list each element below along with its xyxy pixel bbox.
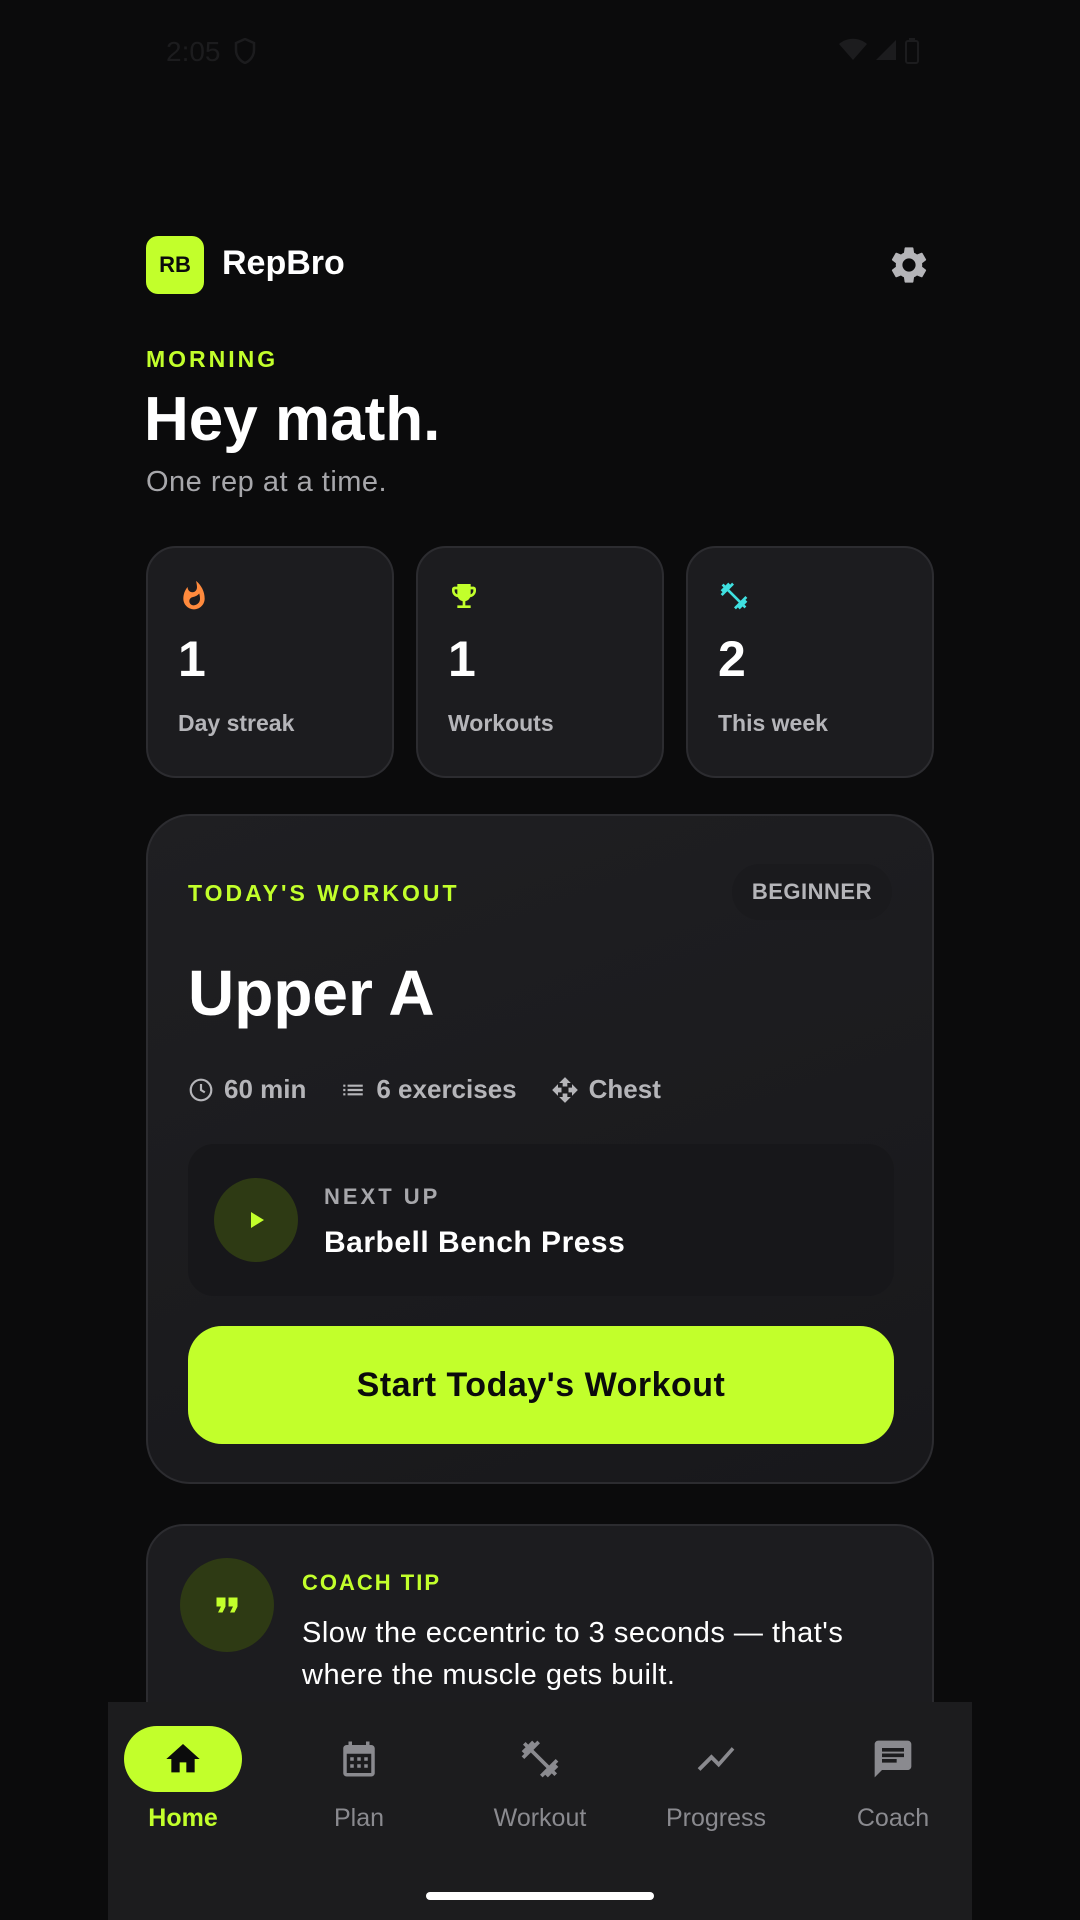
coach-tip-label: COACH TIP [302,1570,441,1595]
settings-button[interactable] [884,240,934,290]
next-exercise-name: Barbell Bench Press [324,1226,626,1259]
next-up-row[interactable]: NEXT UP Barbell Bench Press [188,1144,894,1296]
calendar-icon [300,1726,418,1792]
exercises-meta: 6 exercises [340,1074,517,1105]
next-up-label: NEXT UP [324,1184,441,1209]
greeting-label: MORNING [146,346,279,372]
nav-label: Coach [856,1804,930,1832]
nav-item-workout[interactable]: Workout [465,1726,615,1846]
level-badge: BEGINNER [731,864,892,920]
duration-text: 60 min [224,1074,307,1104]
wifi-icon [839,38,867,60]
signal-icon [876,40,896,60]
play-icon[interactable] [214,1178,298,1262]
coach-tip-text: Slow the eccentric to 3 seconds — that's… [302,1617,844,1691]
workout-meta: 60 min 6 exercises Chest [188,1074,661,1105]
stats-row: 1 Day streak 1 Workouts 2 This week [146,546,934,778]
shield-icon [234,37,256,69]
battery-icon [905,38,919,64]
nav-label: Home [148,1804,218,1832]
gear-icon [891,247,927,283]
nav-label: Plan [333,1804,385,1832]
app-logo: RB [146,236,204,294]
list-icon [343,1084,364,1095]
move-arrows-icon [551,1076,578,1103]
exercises-text: 6 exercises [376,1074,517,1104]
dumbbell-icon [718,580,750,612]
trophy-icon [448,580,480,612]
nav-item-progress[interactable]: Progress [641,1726,791,1846]
focus-meta: Chest [551,1074,661,1105]
stat-value: 2 [718,631,746,687]
status-icons [838,38,920,64]
stat-card-week[interactable]: 2 This week [686,546,934,778]
quote-icon [180,1558,274,1652]
nav-item-home[interactable]: Home [108,1726,258,1846]
stat-value: 1 [448,631,476,687]
app-header: RB RepBro [146,236,934,296]
stat-label: This week [718,710,828,736]
trend-icon [657,1726,775,1792]
stat-value: 1 [178,631,206,687]
chat-icon [834,1726,952,1792]
clock-icon [189,1078,213,1101]
workout-title: Upper A [188,957,435,1029]
bottom-nav: Home Plan Workout Progress Coach [108,1702,972,1920]
greeting-subtitle: One rep at a time. [146,466,388,498]
nav-label: Workout [493,1804,587,1832]
stat-label: Workouts [448,710,554,736]
status-time: 2:05 [166,36,221,67]
nav-item-coach[interactable]: Coach [818,1726,968,1846]
greeting-title: Hey math. [144,385,441,454]
stat-card-workouts[interactable]: 1 Workouts [416,546,664,778]
nav-item-plan[interactable]: Plan [284,1726,434,1846]
status-bar: 2:05 [0,0,1080,110]
dumbbell-icon [481,1726,599,1792]
nav-label: Progress [665,1804,767,1832]
stat-card-streak[interactable]: 1 Day streak [146,546,394,778]
todays-workout-card[interactable]: TODAY'S WORKOUT BEGINNER Upper A 60 min … [146,814,934,1484]
home-indicator[interactable] [426,1892,654,1900]
stat-label: Day streak [178,710,295,736]
focus-text: Chest [588,1074,661,1104]
home-icon [124,1726,242,1792]
duration-meta: 60 min [188,1074,306,1105]
flame-icon [178,580,210,612]
start-workout-button[interactable]: Start Today's Workout [188,1326,894,1444]
app-name: RepBro [222,244,345,282]
workout-card-label: TODAY'S WORKOUT [188,880,460,906]
